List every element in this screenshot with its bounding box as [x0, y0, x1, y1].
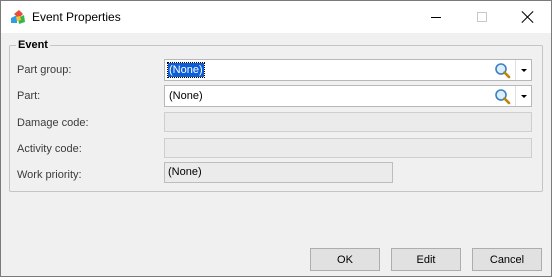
- edit-button[interactable]: Edit: [391, 248, 461, 271]
- minimize-button[interactable]: [413, 1, 459, 33]
- work-priority-field: (None): [164, 162, 393, 183]
- chevron-down-icon: [520, 68, 527, 72]
- part-group-label: Part group:: [17, 64, 72, 76]
- title-bar: Event Properties: [1, 1, 551, 33]
- minimize-icon: [431, 16, 441, 18]
- search-icon[interactable]: [494, 88, 511, 105]
- event-group-title: Event: [16, 39, 50, 51]
- search-icon[interactable]: [494, 62, 511, 79]
- damage-code-label: Damage code:: [17, 117, 89, 129]
- part-group-value[interactable]: (None): [167, 62, 205, 78]
- part-value[interactable]: (None): [168, 89, 204, 103]
- ok-button[interactable]: OK: [310, 248, 380, 271]
- close-button[interactable]: [505, 1, 551, 33]
- part-dropdown-button[interactable]: [515, 86, 531, 106]
- cancel-button[interactable]: Cancel: [472, 248, 542, 271]
- part-group-dropdown-button[interactable]: [515, 60, 531, 80]
- window-title: Event Properties: [32, 10, 121, 24]
- part-combo[interactable]: (None): [164, 85, 532, 107]
- activity-code-label: Activity code:: [17, 143, 82, 155]
- maximize-icon: [477, 12, 487, 22]
- work-priority-label: Work priority:: [17, 169, 82, 181]
- chevron-down-icon: [520, 94, 527, 98]
- maximize-button: [459, 1, 505, 33]
- part-label: Part:: [17, 90, 41, 102]
- work-priority-value: (None): [168, 166, 202, 178]
- part-group-combo[interactable]: (None): [164, 59, 532, 81]
- activity-code-field: [164, 138, 532, 158]
- close-icon: [522, 11, 534, 23]
- damage-code-field: [164, 112, 532, 132]
- event-properties-dialog: Event Properties Event Part group: (None…: [0, 0, 552, 277]
- app-icon: [11, 10, 25, 24]
